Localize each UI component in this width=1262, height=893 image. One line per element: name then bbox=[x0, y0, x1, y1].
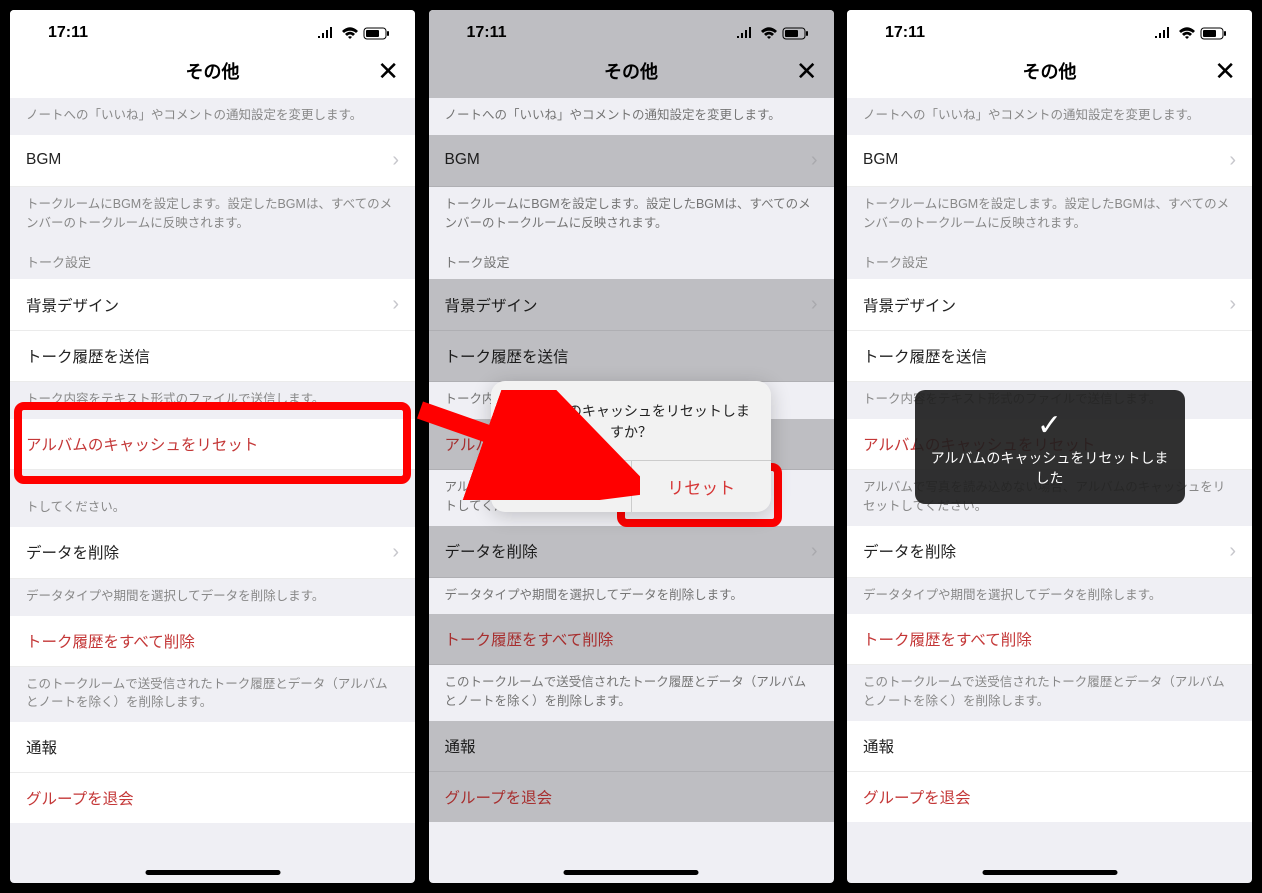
chevron-right-icon: › bbox=[392, 541, 399, 564]
row-label: グループを退会 bbox=[26, 787, 134, 809]
chevron-right-icon: › bbox=[1229, 293, 1236, 316]
talk-settings-header: トーク設定 bbox=[10, 242, 415, 279]
row-label: 背景デザイン bbox=[26, 294, 119, 316]
home-indicator[interactable] bbox=[145, 870, 280, 875]
notes-description: ノートへの「いいね」やコメントの通知設定を変更します。 bbox=[847, 98, 1252, 135]
phone-screen-3: 17:11 その他 ✕ ノートへの「いいね」やコメントの通知設定を変更します。 … bbox=[847, 10, 1252, 883]
status-time: 17:11 bbox=[48, 24, 88, 42]
nav-bar: その他 ✕ bbox=[10, 48, 415, 98]
row-report[interactable]: 通報 bbox=[10, 722, 415, 773]
page-title: その他 bbox=[1023, 58, 1077, 84]
toast-confirmation: ✓ アルバムのキャッシュをリセットしました bbox=[915, 390, 1185, 504]
status-bar: 17:11 bbox=[10, 10, 415, 48]
status-icons bbox=[1154, 27, 1228, 40]
row-label: データを削除 bbox=[26, 541, 119, 563]
close-icon[interactable]: ✕ bbox=[1214, 58, 1236, 84]
bgm-description: トークルームにBGMを設定します。設定したBGMは、すべてのメンバーのトークルー… bbox=[10, 187, 415, 243]
row-delete-data[interactable]: データを削除 › bbox=[847, 526, 1252, 578]
delete-all-history-description: このトークルームで送受信されたトーク履歴とデータ（アルバムとノートを除く）を削除… bbox=[10, 667, 415, 723]
send-history-description: トーク内容をテキスト形式のファイルで送信します。 bbox=[10, 382, 415, 419]
row-label: 通報 bbox=[26, 736, 57, 758]
toast-message: アルバムのキャッシュをリセットしました bbox=[929, 449, 1171, 488]
talk-settings-header: トーク設定 bbox=[847, 242, 1252, 279]
row-label: BGM bbox=[26, 151, 61, 169]
row-label: アルバムのキャッシュをリセット bbox=[26, 433, 258, 455]
dialog-message: アルバムのキャッシュをリセットしますか？ bbox=[491, 381, 771, 460]
row-leave-group[interactable]: グループを退会 bbox=[10, 773, 415, 823]
phone-screen-2: 17:11 その他 ✕ ノートへの「いいね」やコメントの通知設定を変更します。 … bbox=[429, 10, 834, 883]
row-label: トーク履歴をすべて削除 bbox=[863, 628, 1032, 650]
row-label: 背景デザイン bbox=[863, 294, 956, 316]
row-delete-all-history[interactable]: トーク履歴をすべて削除 bbox=[10, 616, 415, 667]
reset-button[interactable]: リセット bbox=[631, 461, 772, 512]
status-bar: 17:11 bbox=[847, 10, 1252, 48]
row-label: 通報 bbox=[863, 735, 894, 757]
row-send-history[interactable]: トーク履歴を送信 bbox=[847, 331, 1252, 382]
row-leave-group[interactable]: グループを退会 bbox=[847, 772, 1252, 822]
page-title: その他 bbox=[186, 58, 240, 84]
row-report[interactable]: 通報 bbox=[847, 721, 1252, 772]
row-background-design[interactable]: 背景デザイン › bbox=[10, 279, 415, 331]
row-label: トーク履歴を送信 bbox=[863, 345, 987, 367]
chevron-right-icon: › bbox=[392, 293, 399, 316]
chevron-right-icon: › bbox=[1229, 540, 1236, 563]
row-label: データを削除 bbox=[863, 540, 956, 562]
confirm-dialog: アルバムのキャッシュをリセットしますか？ キャンセル リセット bbox=[429, 10, 834, 883]
chevron-right-icon: › bbox=[1229, 149, 1236, 172]
row-delete-data[interactable]: データを削除 › bbox=[10, 527, 415, 579]
check-icon: ✓ bbox=[929, 408, 1171, 443]
home-indicator[interactable] bbox=[982, 870, 1117, 875]
row-label: トーク履歴をすべて削除 bbox=[26, 630, 195, 652]
row-label: グループを退会 bbox=[863, 786, 971, 808]
close-icon[interactable]: ✕ bbox=[377, 58, 399, 84]
delete-data-description: データタイプや期間を選択してデータを削除します。 bbox=[10, 579, 415, 616]
delete-data-description: データタイプや期間を選択してデータを削除します。 bbox=[847, 578, 1252, 615]
notes-description: ノートへの「いいね」やコメントの通知設定を変更します。 bbox=[10, 98, 415, 135]
status-icons bbox=[317, 27, 391, 40]
reset-cache-description: トしてください。 bbox=[10, 470, 415, 527]
phone-screen-1: 17:11 その他 ✕ ノートへの「いいね」やコメントの通知設定を変更します。 … bbox=[10, 10, 415, 883]
row-bgm[interactable]: BGM › bbox=[847, 135, 1252, 187]
row-label: トーク履歴を送信 bbox=[26, 345, 150, 367]
cancel-button[interactable]: キャンセル bbox=[491, 461, 631, 512]
bgm-description: トークルームにBGMを設定します。設定したBGMは、すべてのメンバーのトークルー… bbox=[847, 187, 1252, 243]
status-time: 17:11 bbox=[885, 24, 925, 42]
row-delete-all-history[interactable]: トーク履歴をすべて削除 bbox=[847, 614, 1252, 665]
chevron-right-icon: › bbox=[392, 149, 399, 172]
nav-bar: その他 ✕ bbox=[847, 48, 1252, 98]
row-send-history[interactable]: トーク履歴を送信 bbox=[10, 331, 415, 382]
row-bgm[interactable]: BGM › bbox=[10, 135, 415, 187]
row-label: BGM bbox=[863, 151, 898, 169]
row-background-design[interactable]: 背景デザイン › bbox=[847, 279, 1252, 331]
delete-all-history-description: このトークルームで送受信されたトーク履歴とデータ（アルバムとノートを除く）を削除… bbox=[847, 665, 1252, 721]
row-reset-album-cache[interactable]: アルバムのキャッシュをリセット bbox=[10, 419, 415, 470]
